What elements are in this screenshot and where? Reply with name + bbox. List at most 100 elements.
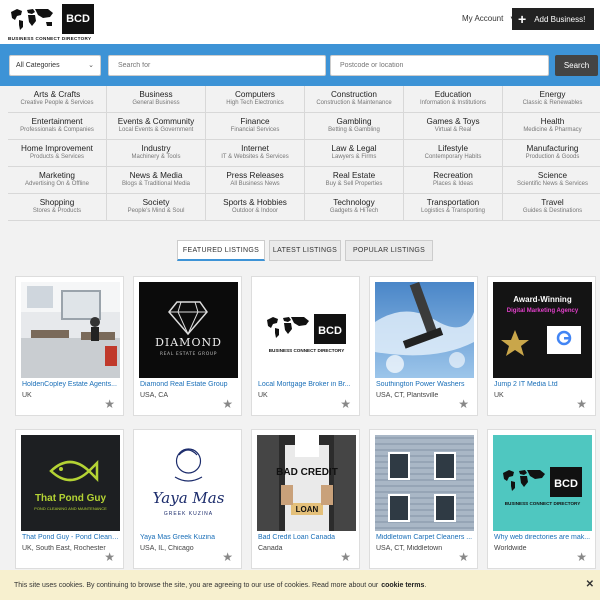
listing-card[interactable]: Middletown Carpet Cleaners ... USA, CT, M… <box>369 429 478 569</box>
listing-thumbnail[interactable]: BCD BUSINESS CONNECT DIRECTORY <box>493 435 592 531</box>
listing-title[interactable]: Local Mortgage Broker in Br... <box>258 381 355 388</box>
favorite-star-icon[interactable]: ★ <box>222 397 233 411</box>
favorite-star-icon[interactable]: ★ <box>104 550 115 564</box>
category-subtitle: General Business <box>132 100 180 106</box>
tab-latest-listings[interactable]: LATEST LISTINGS <box>269 240 341 261</box>
cookie-terms-link[interactable]: cookie terms <box>381 582 424 589</box>
listing-title[interactable]: Bad Credit Loan Canada <box>258 534 355 541</box>
category-item[interactable]: Construction Construction & Maintenance <box>305 86 404 113</box>
category-item[interactable]: Entertainment Professionals & Companies <box>8 113 107 140</box>
category-item[interactable]: Health Medicine & Pharmacy <box>503 113 600 140</box>
cookie-text-end: . <box>424 581 427 589</box>
category-item[interactable]: Travel Guides & Destinations <box>503 194 600 221</box>
category-select[interactable]: All Categories ⌄ <box>9 55 101 76</box>
svg-text:BUSINESS CONNECT DIRECTORY: BUSINESS CONNECT DIRECTORY <box>505 501 581 506</box>
location-input[interactable] <box>330 55 549 76</box>
favorite-star-icon[interactable]: ★ <box>340 397 351 411</box>
search-button[interactable]: Search <box>555 55 598 76</box>
listing-card[interactable]: BAD CREDIT LOAN Bad Credit Loan Canada Cana… <box>251 429 360 569</box>
listing-card[interactable]: Award-Winning Digital Marketing Agency Jum… <box>487 276 596 416</box>
listing-thumbnail[interactable]: DIAMOND REAL ESTATE GROUP <box>139 282 238 378</box>
search-input[interactable] <box>108 55 326 76</box>
category-item[interactable]: Finance Financial Services <box>206 113 305 140</box>
listing-title[interactable]: That Pond Guy - Pond Cleani... <box>22 534 119 541</box>
category-item[interactable]: Technology Gadgets & HiTech <box>305 194 404 221</box>
category-item[interactable]: Marketing Advertising On & Offline <box>8 167 107 194</box>
category-item[interactable]: Education Information & Institutions <box>404 86 503 113</box>
category-item[interactable]: Press Releases All Business News <box>206 167 305 194</box>
listing-card[interactable]: Southington Power Washers USA, CT, Plants… <box>369 276 478 416</box>
close-icon[interactable]: ✕ <box>586 579 594 590</box>
add-business-button[interactable]: + Add Business! <box>512 8 594 30</box>
category-item[interactable]: Lifestyle Contemporary Habits <box>404 140 503 167</box>
my-account-menu[interactable]: My Account ▼ <box>462 14 515 23</box>
category-item[interactable]: Science Scientific News & Services <box>503 167 600 194</box>
tab-featured-listings[interactable]: FEATURED LISTINGS <box>177 240 265 261</box>
listing-title[interactable]: Southington Power Washers <box>376 381 473 388</box>
category-name: Business <box>139 90 173 99</box>
category-item[interactable]: Computers High Tech Electronics <box>206 86 305 113</box>
listing-title[interactable]: Why web directories are mak... <box>494 534 591 541</box>
listing-title[interactable]: Jump 2 IT Media Ltd <box>494 381 591 388</box>
listing-thumbnail[interactable]: BCD BUSINESS CONNECT DIRECTORY <box>257 282 356 378</box>
category-item[interactable]: Recreation Places & Ideas <box>404 167 503 194</box>
listing-title[interactable]: HoldenCopley Estate Agents... <box>22 381 119 388</box>
search-bar: All Categories ⌄ Search <box>0 44 600 86</box>
category-item[interactable]: Internet IT & Websites & Services <box>206 140 305 167</box>
listing-card[interactable]: That Pond Guy POND CLEANING AND MAINTENAN… <box>15 429 124 569</box>
favorite-star-icon[interactable]: ★ <box>576 550 587 564</box>
listing-card[interactable]: BCD BUSINESS CONNECT DIRECTORY Local Mortg… <box>251 276 360 416</box>
category-name: Gambling <box>336 117 372 126</box>
category-item[interactable]: Manufacturing Production & Goods <box>503 140 600 167</box>
category-item[interactable]: Home Improvement Products & Services <box>8 140 107 167</box>
category-item[interactable]: Gambling Betting & Gambling <box>305 113 404 140</box>
category-name: Finance <box>240 117 270 126</box>
listing-title[interactable]: Diamond Real Estate Group <box>140 381 237 388</box>
listing-title[interactable]: Yaya Mas Greek Kuzina <box>140 534 237 541</box>
category-item[interactable]: Society People's Mind & Soul <box>107 194 206 221</box>
category-item[interactable]: Industry Machinery & Tools <box>107 140 206 167</box>
listing-title[interactable]: Middletown Carpet Cleaners ... <box>376 534 473 541</box>
listing-card[interactable]: Yaya Mas GREEK KUZINA Yaya Mas Greek Kuzin… <box>133 429 242 569</box>
listing-thumbnail[interactable]: That Pond Guy POND CLEANING AND MAINTENAN… <box>21 435 120 531</box>
favorite-star-icon[interactable]: ★ <box>458 550 469 564</box>
category-item[interactable]: Business General Business <box>107 86 206 113</box>
logo-text: BUSINESS CONNECT DIRECTORY <box>8 36 92 41</box>
listing-thumbnail[interactable]: Yaya Mas GREEK KUZINA <box>139 435 238 531</box>
listing-thumbnail[interactable] <box>375 282 474 378</box>
category-item[interactable]: Energy Classic & Renewables <box>503 86 600 113</box>
category-subtitle: Blogs & Traditional Media <box>121 181 191 187</box>
svg-text:Digital Marketing Agency: Digital Marketing Agency <box>507 308 579 314</box>
category-item[interactable]: News & Media Blogs & Traditional Media <box>107 167 206 194</box>
category-name: Construction <box>331 90 377 99</box>
favorite-star-icon[interactable]: ★ <box>576 397 587 411</box>
tab-popular-listings[interactable]: POPULAR LISTINGS <box>345 240 433 261</box>
favorite-star-icon[interactable]: ★ <box>222 550 233 564</box>
category-item[interactable]: Law & Legal Lawyers & Firms <box>305 140 404 167</box>
category-item[interactable]: Real Estate Buy & Sell Properties <box>305 167 404 194</box>
listing-thumbnail[interactable]: Award-Winning Digital Marketing Agency <box>493 282 592 378</box>
favorite-star-icon[interactable]: ★ <box>340 550 351 564</box>
listing-card[interactable]: HoldenCopley Estate Agents... UK ★ <box>15 276 124 416</box>
listing-thumbnail[interactable] <box>21 282 120 378</box>
favorite-star-icon[interactable]: ★ <box>458 397 469 411</box>
category-item[interactable]: Events & Community Local Events & Governm… <box>107 113 206 140</box>
listing-card[interactable]: DIAMOND REAL ESTATE GROUP Diamond Real Est… <box>133 276 242 416</box>
category-item[interactable]: Sports & Hobbies Outdoor & Indoor <box>206 194 305 221</box>
category-subtitle: Medicine & Pharmacy <box>523 127 582 133</box>
cookie-banner: This site uses cookies. By continuing to… <box>0 570 600 600</box>
category-name: Education <box>434 90 472 99</box>
favorite-star-icon[interactable]: ★ <box>104 397 115 411</box>
category-item[interactable]: Games & Toys Virtual & Real <box>404 113 503 140</box>
category-subtitle: Local Events & Government <box>118 127 194 133</box>
listing-thumbnail[interactable]: BAD CREDIT LOAN <box>257 435 356 531</box>
category-item[interactable]: Transportation Logistics & Transporting <box>404 194 503 221</box>
listing-card[interactable]: BCD BUSINESS CONNECT DIRECTORY Why web dir… <box>487 429 596 569</box>
category-item[interactable]: Shopping Stores & Products <box>8 194 107 221</box>
listing-thumbnail[interactable] <box>375 435 474 531</box>
category-item[interactable]: Arts & Crafts Creative People & Services <box>8 86 107 113</box>
category-select-value: All Categories <box>16 62 60 69</box>
cookie-text: This site uses cookies. By continuing to… <box>14 581 379 589</box>
svg-text:LOAN: LOAN <box>296 505 319 514</box>
site-logo[interactable]: BCD BUSINESS CONNECT DIRECTORY <box>8 4 100 42</box>
